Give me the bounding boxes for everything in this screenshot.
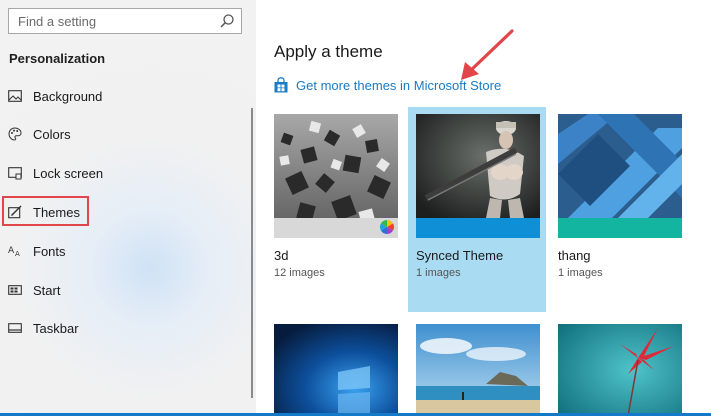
color-wheel-icon [380,220,394,234]
theme-thumbnail-windows [274,324,398,416]
sidebar-scrollbar[interactable] [251,108,253,398]
svg-text:A: A [8,246,15,256]
sidebar-item-label: Fonts [33,244,66,259]
search-input[interactable] [9,9,209,33]
theme-thumbnail-3d [274,114,398,238]
fonts-icon: A A [8,246,20,258]
search-icon[interactable] [219,13,235,29]
taskbar-icon [8,323,22,333]
sidebar-item-label: Start [33,283,61,298]
theme-thumbnail-beach [416,324,540,416]
sidebar-item-fonts[interactable]: A A Fonts [0,233,250,269]
theme-name: 3d [274,248,289,263]
sidebar-item-lock-screen[interactable]: Lock screen [0,155,250,191]
page-title: Apply a theme [274,42,383,61]
theme-image-count: 1 images [416,267,461,279]
background-icon [8,90,22,102]
sidebar-item-colors[interactable]: Colors [0,116,250,152]
lock-screen-icon [8,167,22,180]
theme-thumbnail-synced-theme [416,114,540,238]
theme-tile-3d[interactable]: 3d 12 images [274,114,398,279]
theme-thumbnail-thang [558,114,682,238]
theme-thumbnail-flower [558,324,682,416]
theme-tile-thang[interactable]: thang 1 images [558,114,682,279]
start-icon [8,285,22,295]
theme-tile-beach[interactable] [416,324,540,416]
svg-text:A: A [15,250,20,258]
search-box [8,8,242,34]
sidebar-item-label: Background [33,89,103,104]
sidebar-item-start[interactable]: Start [0,272,250,308]
section-title: Personalization [9,51,106,66]
palette-icon [8,127,22,141]
sidebar-item-label: Lock screen [33,166,104,181]
store-bag-icon [274,77,288,93]
theme-name: thang [558,248,591,263]
sidebar-item-label: Taskbar [33,321,79,336]
annotation-arrow [461,29,514,80]
theme-name: Synced Theme [416,248,504,263]
theme-image-count: 1 images [558,267,603,279]
sidebar-item-label: Colors [33,127,71,142]
sidebar-item-background[interactable]: Background [0,78,250,114]
themes-highlight-box [2,196,89,226]
sidebar-item-taskbar[interactable]: Taskbar [0,310,250,346]
theme-tile-synced-theme[interactable]: Synced Theme 1 images [416,114,540,279]
theme-tile-flower[interactable] [558,324,682,416]
theme-tile-windows[interactable] [274,324,398,416]
theme-image-count: 12 images [274,267,325,279]
sidebar: Personalization Background Colors Lock s… [0,0,256,416]
